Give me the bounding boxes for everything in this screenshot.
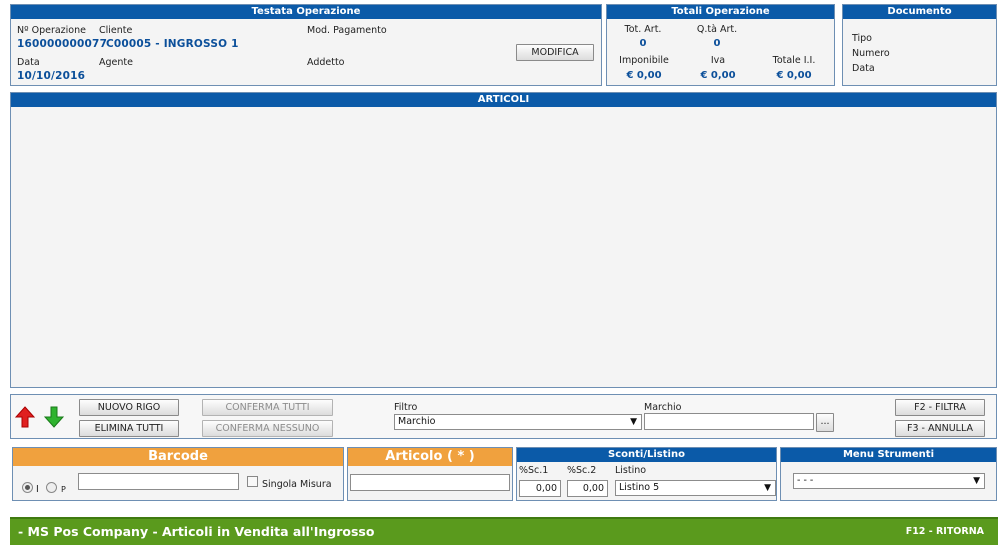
radio-i[interactable] xyxy=(22,482,33,493)
radio-i-label: I xyxy=(36,484,39,495)
nuovo-rigo-button[interactable]: NUOVO RIGO xyxy=(79,399,179,416)
num-op-value: 160000000077 xyxy=(17,38,108,50)
marchio-input[interactable] xyxy=(644,413,814,430)
footer-bar: - MS Pos Company - Articoli in Vendita a… xyxy=(10,517,998,545)
strumenti-panel: Menu Strumenti - - - ▼ xyxy=(780,447,997,501)
iva-label: Iva xyxy=(710,55,726,66)
dropdown-arrow-icon: ▼ xyxy=(764,483,771,493)
testata-panel: Testata Operazione Nº Operazione Cliente… xyxy=(10,4,602,86)
radio-p[interactable] xyxy=(46,482,57,493)
sc1-label: %Sc.1 xyxy=(519,465,549,476)
articoli-panel: ARTICOLI xyxy=(10,92,997,388)
elimina-tutti-button[interactable]: ELIMINA TUTTI xyxy=(79,420,179,437)
strumenti-select-value: - - - xyxy=(797,475,814,486)
toolbar-panel: NUOVO RIGO ELIMINA TUTTI CONFERMA TUTTI … xyxy=(10,394,997,439)
arrow-up-red-icon[interactable] xyxy=(14,406,36,431)
documento-panel: Documento Tipo Numero Data xyxy=(842,4,997,86)
dropdown-arrow-icon: ▼ xyxy=(630,417,637,427)
sconti-panel: Sconti/Listino %Sc.1 %Sc.2 Listino 0,00 … xyxy=(516,447,777,501)
filtro-select-value: Marchio xyxy=(398,416,436,427)
conferma-nessuno-button[interactable]: CONFERMA NESSUNO xyxy=(202,420,333,437)
radio-p-label: P xyxy=(61,485,66,494)
mod-pag-label: Mod. Pagamento xyxy=(307,25,387,36)
strumenti-select[interactable]: - - - ▼ xyxy=(793,473,985,489)
ritorna-button[interactable]: F12 - RITORNA xyxy=(906,526,984,537)
dropdown-arrow-icon: ▼ xyxy=(973,476,980,486)
iva-value: € 0,00 xyxy=(700,70,736,81)
documento-title: Documento xyxy=(843,5,996,19)
imponibile-value: € 0,00 xyxy=(626,70,662,81)
articolo-input[interactable] xyxy=(350,474,510,491)
agente-label: Agente xyxy=(99,57,133,68)
doc-data-label: Data xyxy=(852,63,875,74)
articolo-title: Articolo ( * ) xyxy=(348,448,512,466)
sc2-label: %Sc.2 xyxy=(567,465,597,476)
data-label: Data xyxy=(17,57,40,68)
sc1-input[interactable]: 0,00 xyxy=(519,480,561,497)
filtro-label: Filtro xyxy=(394,402,418,413)
barcode-title: Barcode xyxy=(13,448,343,466)
listino-label: Listino xyxy=(615,465,647,476)
arrow-down-green-icon[interactable] xyxy=(43,406,65,431)
singola-misura-checkbox[interactable] xyxy=(247,476,258,487)
testata-title: Testata Operazione xyxy=(11,5,601,19)
annulla-button[interactable]: F3 - ANNULLA xyxy=(895,420,985,437)
totale-label: Totale I.I. xyxy=(772,55,816,66)
sc2-input[interactable]: 0,00 xyxy=(567,480,608,497)
articoli-title: ARTICOLI xyxy=(11,93,996,107)
listino-select[interactable]: Listino 5 ▼ xyxy=(615,480,776,496)
barcode-panel: Barcode I P Singola Misura xyxy=(12,447,344,501)
marchio-browse-button[interactable]: ... xyxy=(816,413,834,432)
totali-title: Totali Operazione xyxy=(607,5,834,19)
singola-misura-label: Singola Misura xyxy=(262,479,332,490)
imponibile-label: Imponibile xyxy=(619,55,669,66)
cliente-label: Cliente xyxy=(99,25,133,36)
barcode-input[interactable] xyxy=(78,473,239,490)
doc-tipo-label: Tipo xyxy=(852,33,872,44)
articolo-panel: Articolo ( * ) xyxy=(347,447,513,501)
tot-art-label: Tot. Art. xyxy=(624,24,662,35)
sconti-title: Sconti/Listino xyxy=(517,448,776,462)
qta-art-label: Q.tà Art. xyxy=(696,24,738,35)
filtra-button[interactable]: F2 - FILTRA xyxy=(895,399,985,416)
listino-select-value: Listino 5 xyxy=(619,482,660,493)
tot-art-value: 0 xyxy=(639,38,647,49)
conferma-tutti-button[interactable]: CONFERMA TUTTI xyxy=(202,399,333,416)
footer-title: - MS Pos Company - Articoli in Vendita a… xyxy=(18,524,375,539)
articoli-grid[interactable] xyxy=(11,107,996,387)
num-op-label: Nº Operazione xyxy=(17,25,86,36)
data-value: 10/10/2016 xyxy=(17,70,86,82)
modifica-button[interactable]: MODIFICA xyxy=(516,44,594,61)
strumenti-title: Menu Strumenti xyxy=(781,448,996,462)
qta-art-value: 0 xyxy=(713,38,721,49)
doc-numero-label: Numero xyxy=(852,48,890,59)
totali-panel: Totali Operazione Tot. Art. Q.tà Art. 0 … xyxy=(606,4,835,86)
marchio-label: Marchio xyxy=(644,402,682,413)
cliente-value: C00005 - INGROSSO 1 xyxy=(106,38,239,50)
totale-value: € 0,00 xyxy=(776,70,812,81)
filtro-select[interactable]: Marchio ▼ xyxy=(394,414,642,430)
addetto-label: Addetto xyxy=(307,57,345,68)
